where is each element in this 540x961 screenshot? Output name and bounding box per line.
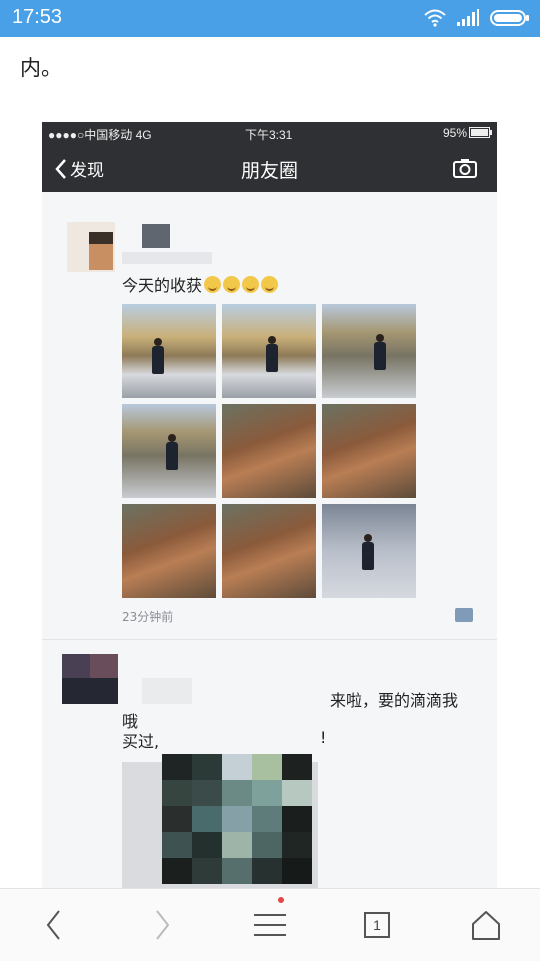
ios-battery: 95% (442, 126, 467, 140)
photo-thumbnail[interactable] (122, 404, 216, 498)
photo-thumbnail[interactable] (222, 304, 316, 398)
article-text: 内。 (20, 56, 62, 80)
menu-button[interactable] (230, 889, 310, 961)
forward-nav-button[interactable] (122, 889, 202, 961)
mosaic-block (222, 858, 252, 884)
embedded-screenshot: ●●●●○中国移动 4G 下午3:31 95% 发现 朋友圈 今天的收获 23分… (42, 122, 497, 890)
smile-emoji-icon (242, 275, 260, 293)
avatar-hair (89, 232, 113, 244)
mosaic-block (192, 832, 222, 858)
post1-time: 23分钟前 (122, 610, 174, 624)
home-button[interactable] (446, 889, 526, 961)
back-nav-button[interactable] (14, 889, 94, 961)
mosaic-block (192, 858, 222, 884)
mosaic-block (162, 754, 192, 780)
mosaic-block (282, 832, 312, 858)
chevron-left-icon (46, 910, 60, 940)
smile-emoji-icon (204, 275, 222, 293)
post1-photo-grid (122, 304, 418, 600)
photo-thumbnail[interactable] (222, 504, 316, 598)
mosaic-block (192, 780, 222, 806)
smile-emoji-icon (223, 275, 241, 293)
mosaic-block (192, 754, 222, 780)
status-icons (424, 9, 530, 27)
ios-time: 下午3:31 (245, 128, 293, 142)
post2-text-line3: 买过, (122, 732, 160, 751)
comment-icon[interactable] (455, 608, 473, 622)
post1-name-blurred (122, 252, 212, 264)
menu-icon (254, 914, 286, 936)
post-divider (42, 639, 497, 640)
tabs-button[interactable]: 1 (337, 889, 417, 961)
mosaic-block (222, 754, 252, 780)
mosaic-block (222, 806, 252, 832)
wifi-icon (424, 9, 446, 27)
avatar-block (62, 654, 90, 678)
mosaic-block (282, 858, 312, 884)
post2-text-line4: ! (320, 728, 327, 747)
status-bar: 17:53 (0, 0, 540, 37)
ios-carrier: ●●●●○中国移动 4G (48, 128, 152, 142)
post2-photo-mosaic (162, 754, 312, 884)
home-icon (472, 911, 500, 940)
mosaic-block (222, 832, 252, 858)
photo-thumbnail[interactable] (222, 404, 316, 498)
post2-name-redacted (142, 678, 192, 704)
mosaic-block (282, 754, 312, 780)
avatar-block (90, 654, 118, 678)
post2-avatar[interactable] (62, 654, 118, 704)
page-title: 朋友圈 (240, 160, 298, 182)
post1-caption: 今天的收获 (122, 276, 203, 295)
photo-thumbnail[interactable] (322, 304, 416, 398)
mosaic-block (162, 832, 192, 858)
status-time: 17:53 (12, 6, 63, 28)
mosaic-block (252, 754, 282, 780)
mosaic-block (282, 806, 312, 832)
post1-name-redacted (142, 224, 170, 248)
mosaic-block (252, 858, 282, 884)
camera-icon[interactable] (453, 158, 477, 178)
tabs-count: 1 (364, 912, 390, 938)
mosaic-block (282, 780, 312, 806)
browser-toolbar: 1 (0, 888, 540, 961)
mosaic-block (252, 806, 282, 832)
post1-text: 今天的收获 (122, 272, 279, 296)
mosaic-block (252, 780, 282, 806)
mosaic-block (162, 806, 192, 832)
photo-thumbnail[interactable] (322, 504, 416, 598)
mosaic-block (192, 806, 222, 832)
mosaic-block (162, 780, 192, 806)
smile-emoji-icon (261, 275, 279, 293)
post1-avatar[interactable] (67, 222, 115, 272)
photo-thumbnail[interactable] (122, 504, 216, 598)
battery-icon (490, 10, 529, 26)
notification-dot (278, 897, 284, 903)
photo-thumbnail[interactable] (322, 404, 416, 498)
ios-battery-icon (469, 127, 492, 138)
chevron-right-icon (156, 910, 170, 940)
post2-text-line1: 来啦，要的滴滴我 (330, 691, 459, 710)
wechat-nav-bar: 发现 朋友圈 (42, 144, 497, 192)
mosaic-block (222, 780, 252, 806)
signal-icon (457, 9, 479, 26)
photo-thumbnail[interactable] (122, 304, 216, 398)
mosaic-block (252, 832, 282, 858)
ios-status-bar: ●●●●○中国移动 4G 下午3:31 95% (42, 122, 497, 144)
mosaic-block (162, 858, 192, 884)
